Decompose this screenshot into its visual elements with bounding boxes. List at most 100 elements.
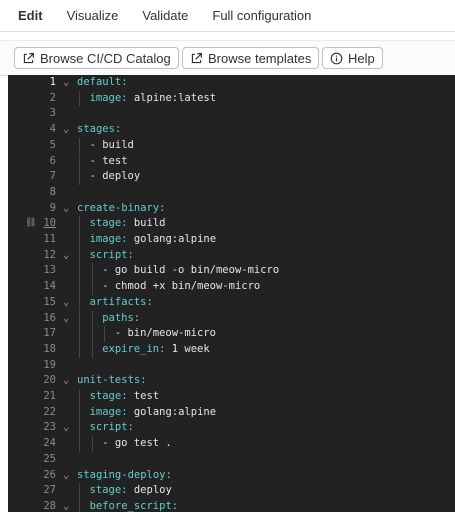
yaml-value: alpine:latest <box>127 91 217 104</box>
code-line[interactable]: 4 ⌄ stages: <box>8 122 455 138</box>
yaml-key: before_script: <box>89 499 179 512</box>
indent-guide <box>91 279 93 295</box>
code-text: stage: test <box>90 389 160 405</box>
code-line[interactable]: 6 - test <box>8 153 455 170</box>
indent-guide <box>91 341 93 358</box>
code-line[interactable]: 8 <box>8 185 455 201</box>
browse-catalog-label: Browse CI/CD Catalog <box>40 50 171 66</box>
code-line[interactable]: 3 <box>8 106 455 122</box>
yaml-key: stage: <box>89 390 128 402</box>
tab-full-configuration[interactable]: Full configuration <box>200 0 323 30</box>
indent-guide <box>79 498 80 512</box>
code-line[interactable]: 9 ⌄ create-binary: <box>8 201 455 217</box>
yaml-key: script: <box>89 248 134 261</box>
code-line[interactable]: 26 ⌄ staging-deploy: <box>8 468 455 484</box>
yaml-key: image: <box>89 405 128 418</box>
code-line[interactable]: 5 - build <box>8 137 455 154</box>
help-label: Help <box>348 50 375 66</box>
code-editor[interactable]: 1 ⌄ default: 2 image: alpine:latest 3 4 ⌄ stages… <box>8 75 455 512</box>
indent-guide <box>91 436 93 452</box>
code-line[interactable]: 15 ⌄ artifacts: <box>8 294 455 311</box>
line-number: 15 <box>43 295 56 308</box>
indent-guide <box>79 216 80 232</box>
yaml-value: - bin/meow-micro <box>114 327 216 340</box>
indent-guide <box>91 310 93 327</box>
yaml-key: create-binary: <box>77 201 166 214</box>
code-line[interactable]: 19 <box>8 358 455 374</box>
browse-templates-button[interactable]: Browse templates <box>182 47 320 69</box>
external-link-icon <box>23 52 34 63</box>
code-line[interactable]: 20 ⌄ unit-tests: <box>8 373 455 389</box>
line-number: 24 <box>43 437 56 450</box>
code-text: - build <box>90 138 134 154</box>
code-line[interactable]: 1 ⌄ default: <box>8 75 455 91</box>
code-line[interactable]: 13 - go build -o bin/meow-micro <box>8 263 455 280</box>
yaml-key: stage: <box>89 484 128 497</box>
indent-guide <box>91 326 93 342</box>
browse-catalog-button[interactable]: Browse CI/CD Catalog <box>14 47 179 69</box>
fold-chevron-icon[interactable]: ⌄ <box>63 499 75 512</box>
code-line[interactable]: 27 stage: deploy <box>8 483 455 499</box>
code-line[interactable]: ⛓ 10 stage: build <box>8 216 455 232</box>
code-text: image: golang:alpine <box>90 405 216 421</box>
yaml-value: - deploy <box>89 170 141 183</box>
code-line[interactable]: 17 - bin/meow-micro <box>8 326 455 342</box>
code-line[interactable]: 18 expire_in: 1 week <box>8 341 455 358</box>
help-button[interactable]: Help <box>322 47 383 69</box>
yaml-value: 1 week <box>165 342 210 355</box>
code-text: expire_in: 1 week <box>102 342 209 358</box>
fold-chevron-icon[interactable]: ⌄ <box>63 420 75 436</box>
fold-chevron-icon[interactable]: ⌄ <box>63 75 75 91</box>
line-number: 25 <box>43 452 56 465</box>
code-text: create-binary: <box>77 201 166 217</box>
code-line[interactable]: 23 ⌄ script: <box>8 420 455 437</box>
code-line[interactable]: 2 image: alpine:latest <box>8 90 455 107</box>
line-number: 26 <box>43 468 56 481</box>
code-line[interactable]: 22 image: golang:alpine <box>8 404 455 421</box>
line-number: 10 <box>43 217 56 230</box>
line-number: 3 <box>49 107 56 120</box>
code-line[interactable]: 21 stage: test <box>8 389 455 405</box>
code-line[interactable]: 12 ⌄ script: <box>8 247 455 264</box>
line-number: 5 <box>49 138 56 151</box>
code-text: staging-deploy: <box>77 468 172 484</box>
tab-edit[interactable]: Edit <box>0 0 55 30</box>
fold-chevron-icon[interactable]: ⌄ <box>63 201 75 217</box>
indent-guide <box>79 90 80 107</box>
code-line[interactable]: 16 ⌄ paths: <box>8 310 455 327</box>
editor-tabs: Edit Visualize Validate Full configurati… <box>0 0 455 30</box>
code-text: before_script: <box>90 499 179 512</box>
fold-chevron-icon[interactable]: ⌄ <box>63 373 75 389</box>
code-line[interactable]: 28 ⌄ before_script: <box>8 498 455 512</box>
code-line[interactable]: 25 <box>8 452 455 468</box>
yaml-key: script: <box>89 421 134 434</box>
code-text: - test <box>90 154 128 170</box>
fold-chevron-icon[interactable]: ⌄ <box>63 248 75 264</box>
line-number: 8 <box>49 185 56 198</box>
yaml-value: - test <box>89 154 128 167</box>
fold-chevron-icon[interactable]: ⌄ <box>63 122 75 138</box>
indent-guide <box>79 483 80 499</box>
code-line[interactable]: 7 - deploy <box>8 169 455 185</box>
fold-chevron-icon[interactable]: ⌄ <box>63 295 75 311</box>
line-number: 4 <box>49 123 56 136</box>
yaml-value: - build <box>89 138 134 151</box>
code-line[interactable]: 11 image: golang:alpine <box>8 232 455 248</box>
indent-guide <box>104 326 106 342</box>
yaml-key: expire_in: <box>102 342 166 355</box>
code-line[interactable]: 24 - go test . <box>8 436 455 452</box>
yaml-key: image: <box>89 233 128 245</box>
code-line[interactable]: 14 - chmod +x bin/meow-micro <box>8 279 455 295</box>
tab-validate[interactable]: Validate <box>130 0 200 30</box>
yaml-key: default: <box>77 76 128 88</box>
line-number: 16 <box>43 311 56 324</box>
line-number: 19 <box>43 358 56 371</box>
indent-guide <box>79 232 80 248</box>
fold-chevron-icon[interactable]: ⌄ <box>63 468 75 484</box>
indent-guide <box>79 263 80 280</box>
indent-guide <box>79 294 80 311</box>
indent-guide <box>79 341 80 358</box>
tab-visualize[interactable]: Visualize <box>55 0 131 30</box>
line-number: 28 <box>43 499 56 512</box>
fold-chevron-icon[interactable]: ⌄ <box>63 311 75 327</box>
